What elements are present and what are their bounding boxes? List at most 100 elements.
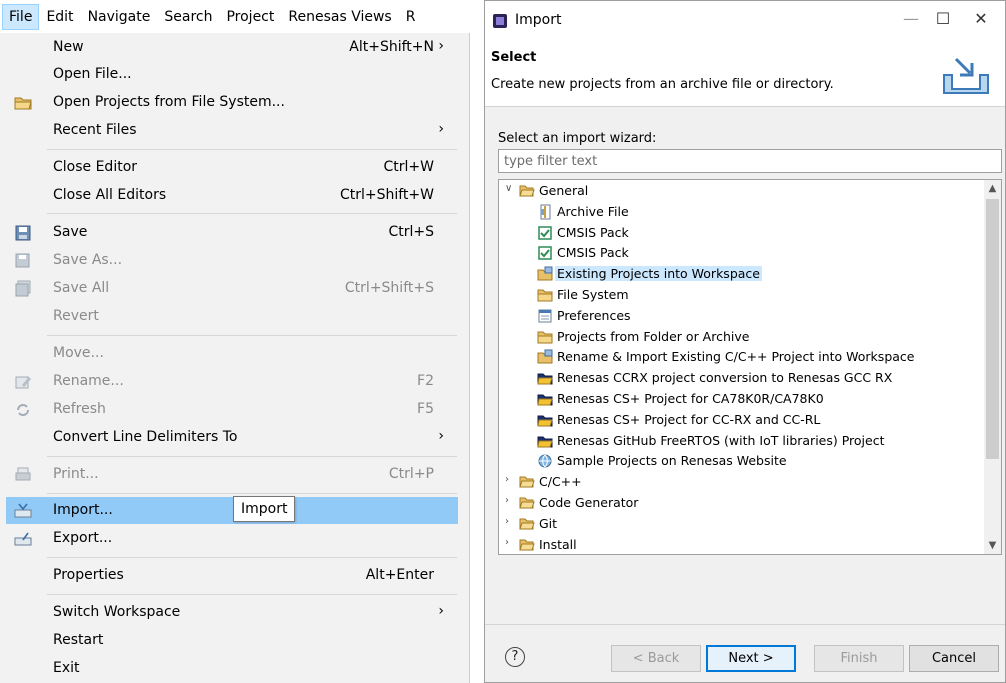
minimize-button[interactable]: —: [893, 9, 929, 33]
filter-input[interactable]: [498, 149, 1002, 173]
menu-item-label: Switch Workspace: [53, 604, 181, 620]
tree-category[interactable]: › C/C++: [499, 472, 983, 492]
chevron-down-icon[interactable]: ∨: [505, 183, 517, 194]
menu-item-accelerator: Ctrl+P: [388, 466, 434, 482]
tree-item-label: CMSIS Pack: [557, 245, 629, 261]
menu-item-open-file[interactable]: Open File...: [6, 61, 458, 88]
menu-item-close-all-editors[interactable]: Close All Editors Ctrl+Shift+W: [6, 182, 458, 209]
tree-item-label: Install: [539, 536, 577, 552]
print-icon: [15, 467, 31, 481]
menu-navigate[interactable]: Navigate: [81, 4, 158, 30]
chevron-right-icon[interactable]: ›: [505, 474, 517, 485]
menu-item-open-projects[interactable]: Open Projects from File System...: [6, 89, 458, 116]
menu-item-rename[interactable]: Rename... F2: [6, 368, 458, 395]
tree-item[interactable]: CMSIS Pack: [499, 243, 983, 263]
chevron-right-icon[interactable]: ›: [505, 516, 517, 527]
menu-item-export[interactable]: Export...: [6, 525, 458, 552]
menu-run[interactable]: R: [399, 4, 423, 30]
back-button[interactable]: < Back: [611, 645, 701, 672]
tree-item-label: Preferences: [557, 307, 631, 323]
import-icon: [14, 503, 32, 518]
scroll-thumb[interactable]: [986, 199, 999, 459]
menu-renesas-views[interactable]: Renesas Views: [281, 4, 398, 30]
submenu-arrow-icon: ›: [438, 121, 444, 137]
menu-edit[interactable]: Edit: [39, 4, 80, 30]
tree-item[interactable]: Renesas CCRX project conversion to Renes…: [499, 368, 983, 388]
menu-item-exit[interactable]: Exit: [6, 655, 458, 682]
menu-item-move[interactable]: Move...: [6, 340, 458, 367]
tree-item[interactable]: Projects from Folder or Archive: [499, 327, 983, 347]
menu-separator: [47, 456, 457, 457]
close-button[interactable]: ✕: [963, 9, 999, 33]
menu-item-close-editor[interactable]: Close Editor Ctrl+W: [6, 154, 458, 181]
menu-item-switch-workspace[interactable]: Switch Workspace ›: [6, 599, 458, 626]
menu-item-label: Rename...: [53, 373, 124, 389]
tree-item-label: CMSIS Pack: [557, 224, 629, 240]
import-wizard-tree: ∨ General Archive File CMSIS Pack CMSIS Pack…: [498, 179, 1002, 555]
menu-item-new[interactable]: New Alt+Shift+N ›: [6, 34, 458, 61]
menu-project[interactable]: Project: [219, 4, 281, 30]
menu-item-label: Save As...: [53, 252, 123, 268]
menu-item-refresh[interactable]: Refresh F5: [6, 396, 458, 423]
tree-item[interactable]: Existing Projects into Workspace: [499, 264, 983, 284]
folder-open-icon: [519, 185, 535, 197]
menu-file[interactable]: File: [2, 3, 40, 30]
chevron-right-icon[interactable]: ›: [505, 495, 517, 506]
menu-item-save[interactable]: Save Ctrl+S: [6, 219, 458, 246]
submenu-arrow-icon: ›: [438, 603, 444, 619]
scroll-down-arrow-icon[interactable]: ▼: [984, 537, 1001, 554]
tree-item[interactable]: Rename & Import Existing C/C++ Project i…: [499, 347, 983, 367]
tree-item-label: Git: [539, 515, 558, 531]
tree-category[interactable]: ∨ General: [499, 181, 983, 201]
tree-item[interactable]: Renesas CS+ Project for CC-RX and CC-RL: [499, 410, 983, 430]
tree-scrollbar[interactable]: ▲ ▼: [984, 180, 1001, 554]
tree-item-label: File System: [557, 287, 629, 302]
menu-item-convert-line-delimiters[interactable]: Convert Line Delimiters To ›: [6, 424, 458, 451]
import-dialog: Import — ☐ ✕ Select Create new projects …: [484, 0, 1006, 683]
menu-item-recent-files[interactable]: Recent Files ›: [6, 117, 458, 144]
help-button[interactable]: ?: [505, 647, 525, 667]
cancel-button[interactable]: Cancel: [909, 645, 999, 672]
tree-item[interactable]: Preferences: [499, 306, 983, 326]
tree-item[interactable]: Archive File: [499, 202, 983, 222]
menu-item-save-all[interactable]: Save All Ctrl+Shift+S: [6, 275, 458, 302]
tree-category[interactable]: › Code Generator: [499, 493, 983, 513]
footer-separator: [485, 624, 1005, 625]
tree-item[interactable]: Renesas GitHub FreeRTOS (with IoT librar…: [499, 431, 983, 451]
menu-item-accelerator: F2: [417, 373, 434, 389]
menu-item-revert[interactable]: Revert: [6, 303, 458, 330]
folder-open-icon: [519, 497, 535, 509]
menu-item-accelerator: Alt+Shift+N: [349, 39, 434, 55]
tree-item-label: Projects from Folder or Archive: [557, 328, 750, 344]
project-folder-icon: [537, 349, 553, 364]
dialog-title: Import: [515, 12, 562, 28]
menu-item-save-as[interactable]: Save As...: [6, 247, 458, 274]
finish-button[interactable]: Finish: [814, 645, 904, 672]
tree-category[interactable]: › Git: [499, 514, 983, 534]
tree-item-label: Renesas CCRX project conversion to Renes…: [557, 370, 893, 386]
save-all-icon: [15, 280, 31, 297]
scroll-up-arrow-icon[interactable]: ▲: [984, 180, 1001, 197]
tree-item[interactable]: Renesas CS+ Project for CA78K0R/CA78K0: [499, 389, 983, 409]
tree-item-label: Archive File: [557, 203, 629, 219]
next-button[interactable]: Next >: [706, 645, 796, 672]
refresh-icon: [17, 404, 29, 416]
menu-item-label: Print...: [53, 466, 99, 482]
menu-item-print[interactable]: Print... Ctrl+P: [6, 461, 458, 488]
web-icon: [538, 454, 552, 468]
menu-item-import[interactable]: Import...: [6, 497, 458, 524]
tree-item[interactable]: CMSIS Pack: [499, 223, 983, 243]
menu-item-properties[interactable]: Properties Alt+Enter: [6, 562, 458, 589]
menu-item-label: Save All: [53, 280, 110, 296]
menu-item-restart[interactable]: Restart: [6, 627, 458, 654]
archive-icon: [540, 204, 551, 220]
tree-category[interactable]: › Install: [499, 535, 983, 554]
maximize-button[interactable]: ☐: [925, 9, 961, 33]
menu-search[interactable]: Search: [157, 4, 219, 30]
renesas-folder-icon: [537, 436, 553, 448]
menu-item-label: Open File...: [53, 66, 132, 82]
tree-item-label: Renesas CS+ Project for CA78K0R/CA78K0: [557, 391, 824, 406]
tree-item[interactable]: File System: [499, 285, 983, 305]
tree-item[interactable]: Sample Projects on Renesas Website: [499, 451, 983, 471]
chevron-right-icon[interactable]: ›: [505, 537, 517, 548]
